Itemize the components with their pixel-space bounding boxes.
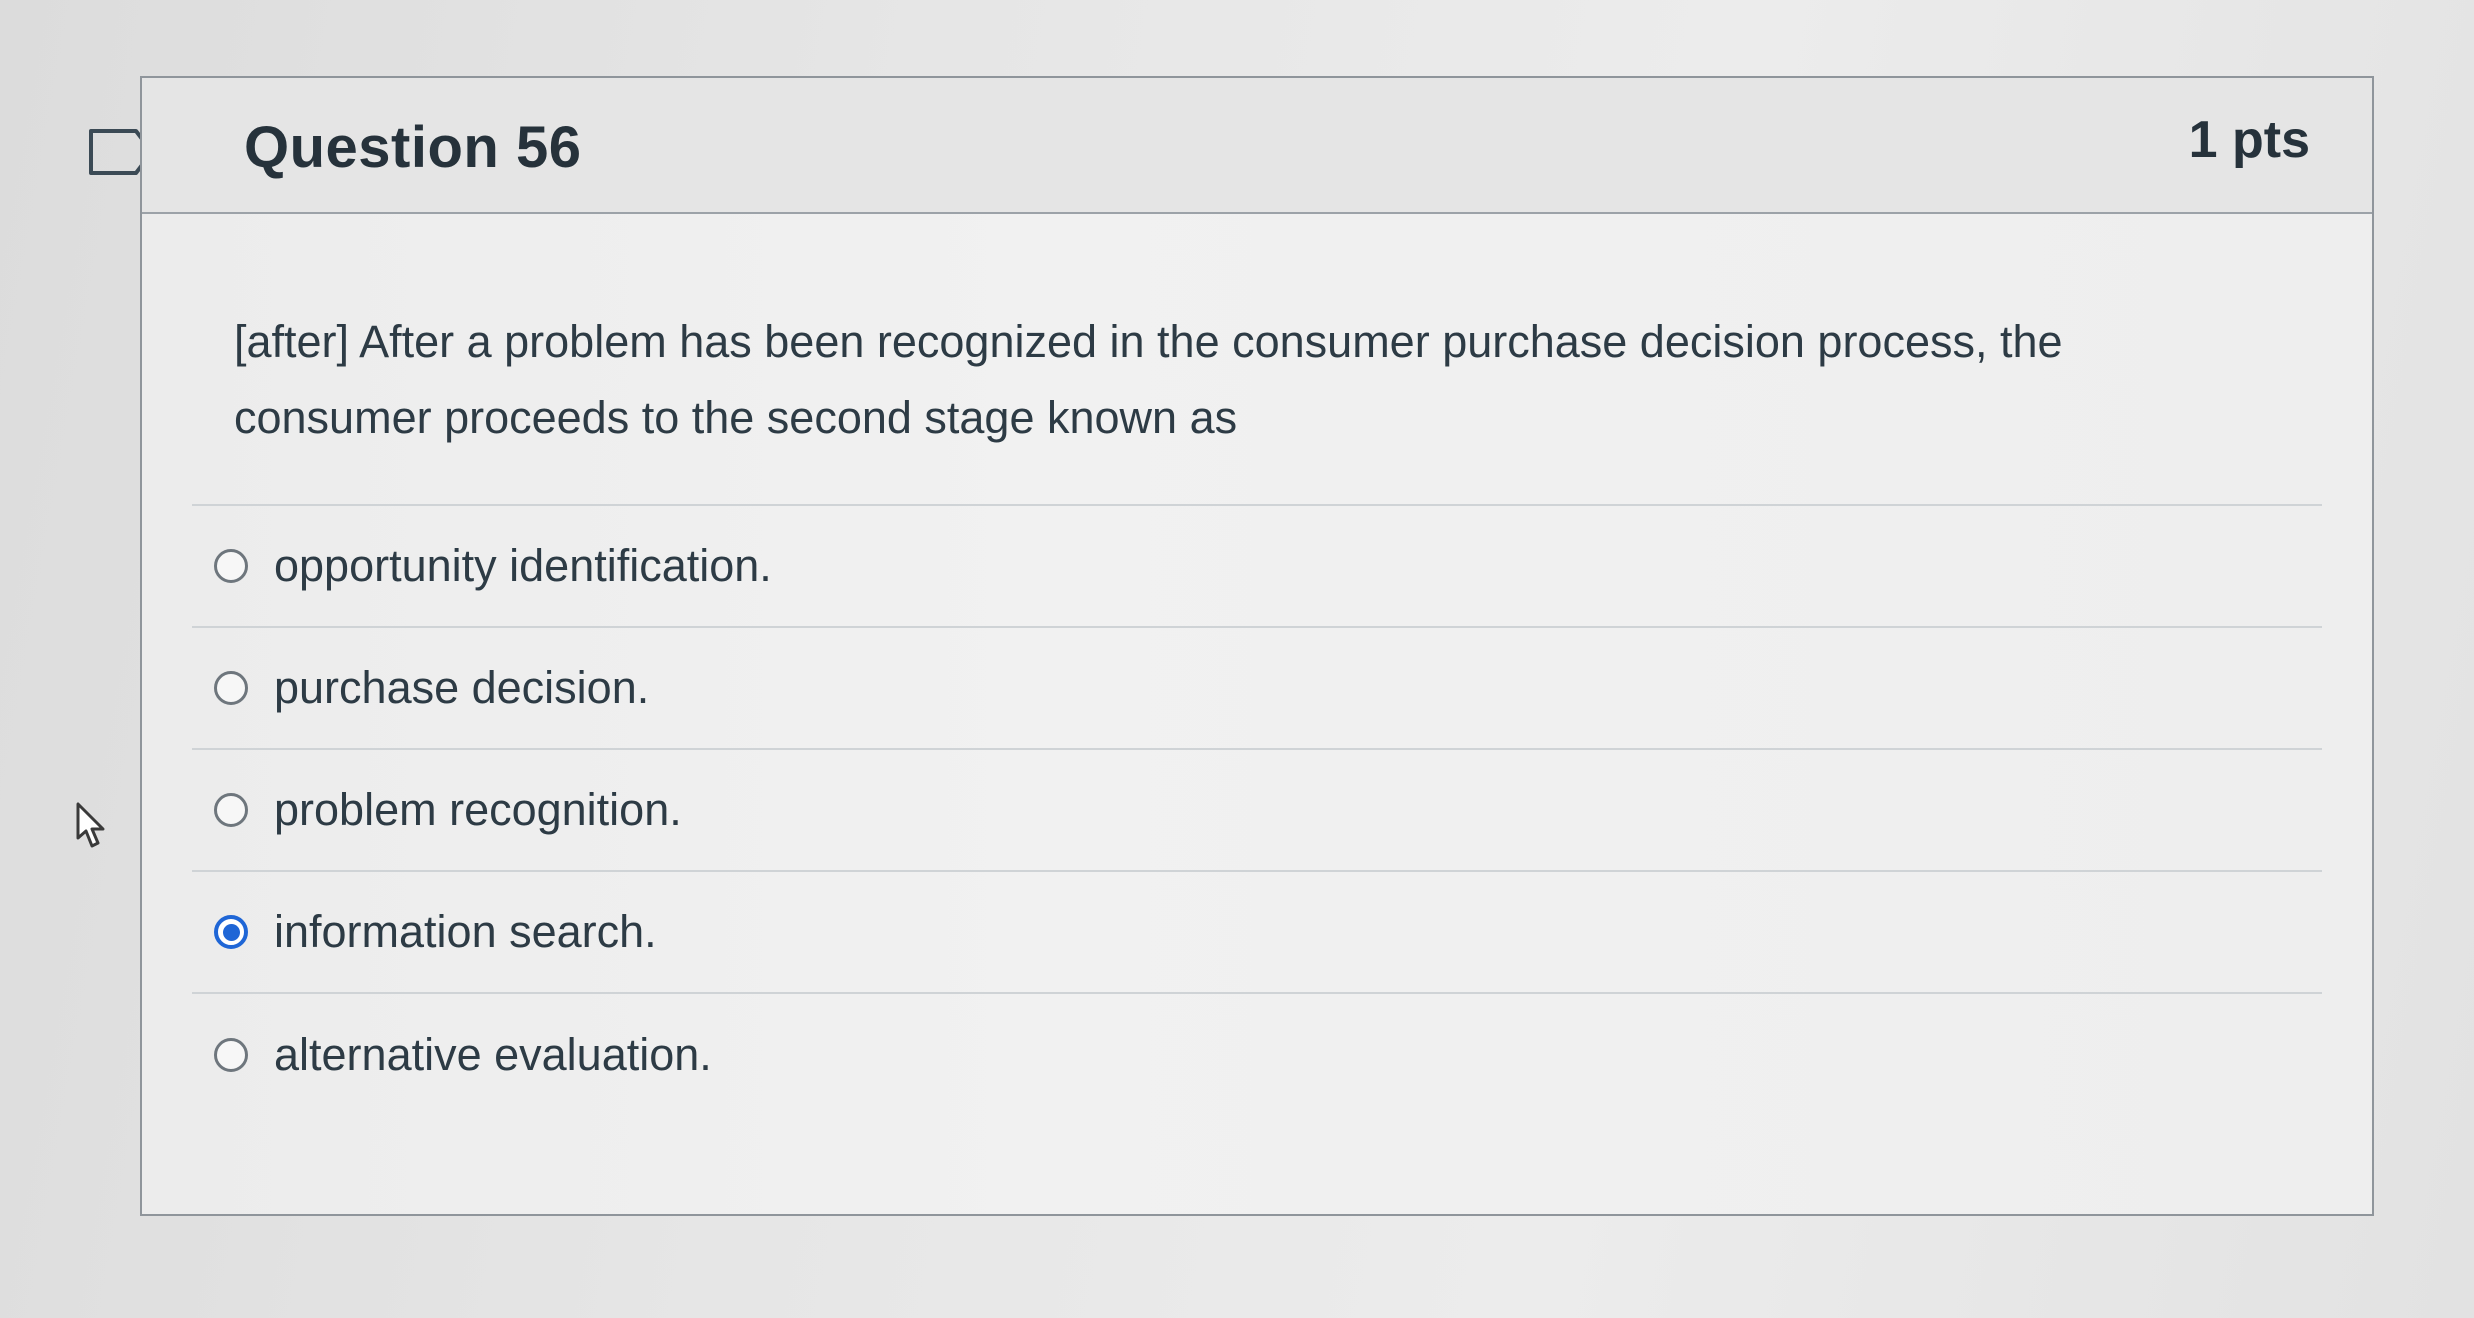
question-title: Question 56 xyxy=(244,115,582,180)
answer-label[interactable]: information search. xyxy=(274,906,657,958)
answer-option-4[interactable]: information search. xyxy=(192,872,2322,994)
answer-label[interactable]: opportunity identification. xyxy=(274,540,772,592)
question-header: Question 56 1 pts xyxy=(142,78,2372,214)
answer-label[interactable]: problem recognition. xyxy=(274,784,682,836)
question-points: 1 pts xyxy=(2188,111,2310,169)
answer-option-2[interactable]: purchase decision. xyxy=(192,628,2322,750)
answer-label[interactable]: purchase decision. xyxy=(274,662,649,714)
mouse-pointer-icon xyxy=(76,802,105,848)
question-body: [after] After a problem has been recogni… xyxy=(142,214,2372,1214)
answer-list: opportunity identification. purchase dec… xyxy=(192,504,2322,1116)
radio-button-icon[interactable] xyxy=(214,793,248,827)
question-text: [after] After a problem has been recogni… xyxy=(234,316,2063,443)
answer-option-3[interactable]: problem recognition. xyxy=(192,750,2322,872)
answer-option-5[interactable]: alternative evaluation. xyxy=(192,994,2322,1116)
radio-button-icon[interactable] xyxy=(214,549,248,583)
radio-button-icon[interactable] xyxy=(214,671,248,705)
question-card: Question 56 1 pts [after] After a proble… xyxy=(140,76,2374,1216)
answer-label[interactable]: alternative evaluation. xyxy=(274,1029,712,1081)
radio-button-selected-icon[interactable] xyxy=(214,915,248,949)
answer-option-1[interactable]: opportunity identification. xyxy=(192,506,2322,628)
radio-button-icon[interactable] xyxy=(214,1038,248,1072)
